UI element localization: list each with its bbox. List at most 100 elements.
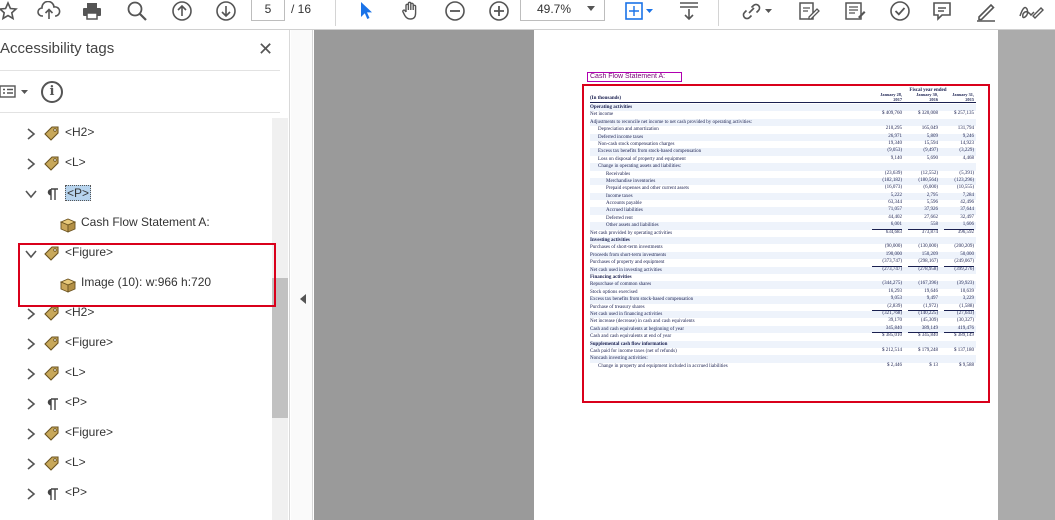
table-row: Income taxes 5,222 2,795 7,284 <box>590 192 976 201</box>
row-value: 16,293 <box>888 288 902 294</box>
row-description: Non-cash stock compensation charges <box>598 141 675 147</box>
collapse-panel-icon[interactable] <box>300 294 306 304</box>
zoom-search-icon[interactable] <box>124 0 150 22</box>
tag-tree-label: <Figure> <box>65 335 114 349</box>
table-row: Stock options exercised 16,293 19,646 10,63… <box>590 288 976 297</box>
row-value: (6,000) <box>923 185 938 191</box>
tag-tree-item[interactable]: <P> <box>0 391 270 417</box>
row-description: Net cash used in financing activities <box>590 311 663 317</box>
hand-tool-icon[interactable] <box>398 0 424 22</box>
row-value: (90,000) <box>884 244 902 250</box>
row-value: 37,926 <box>924 207 938 213</box>
tag-tree-item[interactable]: <L> <box>0 151 270 177</box>
zoom-level-select[interactable]: 49.7% <box>520 0 605 21</box>
row-value: (23,639) <box>884 170 902 176</box>
row-description: Accrued liabilities <box>606 208 643 214</box>
options-menu-button[interactable] <box>0 82 34 102</box>
tag-tree-item[interactable]: <Figure> <box>0 421 270 447</box>
row-description: Deferred rent <box>606 215 633 221</box>
table-row: Depreciation and amortization 210,295 165,… <box>590 126 976 134</box>
row-value: 10,639 <box>960 288 974 294</box>
tag-tree-label: <L> <box>65 365 86 379</box>
chevron-right-icon[interactable] <box>24 157 38 171</box>
table-row: Cash paid for income taxes (net of refun… <box>590 347 976 356</box>
tag-tree-item[interactable]: <L> <box>0 451 270 477</box>
right-gutter <box>998 30 1055 520</box>
panel-splitter[interactable] <box>291 30 313 520</box>
tag-tree-item[interactable]: <Figure> <box>0 331 270 357</box>
star-icon[interactable] <box>0 0 19 22</box>
row-value: 37,644 <box>960 207 974 213</box>
chevron-right-icon[interactable] <box>24 457 38 471</box>
tag-tree-item[interactable]: <P> <box>0 481 270 507</box>
tag-tree-item[interactable]: <L> <box>0 361 270 387</box>
accessibility-tags-panel: Accessibility tags ✕ i ︿ <H2><L><P>Cash … <box>0 30 290 520</box>
tag-tree-item[interactable]: Cash Flow Statement A: <box>0 211 270 237</box>
next-page-icon[interactable] <box>214 0 238 22</box>
table-row: Change in operating assets and liabiliti… <box>590 163 976 171</box>
check-circle-icon[interactable] <box>888 0 912 22</box>
row-value: 3,229 <box>962 296 974 302</box>
row-value: $ 13 <box>929 362 938 368</box>
tag-tree-label: <H2> <box>65 125 95 139</box>
row-description: Net cash provided by operating activitie… <box>590 230 673 236</box>
select-cursor-icon[interactable] <box>356 0 376 22</box>
chevron-right-icon[interactable] <box>24 307 38 321</box>
row-value: 9,497 <box>926 296 938 302</box>
row-value: $ 389,149 <box>954 333 974 339</box>
row-value: 32,497 <box>960 214 974 220</box>
row-description: Operating activities <box>590 105 633 110</box>
table-row: Deferred rent 44,402 27,662 32,497 <box>590 214 976 223</box>
page-number-input[interactable]: 5 <box>251 0 285 21</box>
print-icon[interactable] <box>80 0 104 22</box>
tag-icon <box>43 425 61 443</box>
row-value: 71,057 <box>888 207 902 213</box>
row-value: (182,182) <box>882 177 902 183</box>
row-description: Accounts payable <box>606 201 642 207</box>
row-description: Cash paid for income taxes (net of refun… <box>590 348 677 354</box>
row-value: 419,476 <box>944 326 974 334</box>
tag-tree-item[interactable]: <P> <box>0 181 270 207</box>
row-description: Income taxes <box>606 193 633 199</box>
highlight-pen-icon[interactable] <box>973 0 999 22</box>
table-row: Cash and cash equivalents at beginning o… <box>590 325 976 334</box>
table-row: Purchases of short-term investments (90,0… <box>590 244 976 252</box>
tag-icon <box>43 305 61 323</box>
tag-tree-label: <Figure> <box>65 425 114 439</box>
cloud-upload-icon[interactable] <box>36 0 62 22</box>
paragraph-icon <box>43 485 61 503</box>
row-value: (298,167) <box>908 259 938 267</box>
row-value: 50,000 <box>960 251 974 257</box>
tag-tree-label: Cash Flow Statement A: <box>81 215 210 229</box>
row-value: $ 2,446 <box>887 362 902 368</box>
info-icon[interactable]: i <box>41 81 63 103</box>
row-description: Other assets and liabilities <box>606 223 659 229</box>
table-row: Purchases of property and equipment (373,… <box>590 259 976 267</box>
table-row: Repurchase of common shares (344,275) (167… <box>590 281 976 289</box>
comment-icon[interactable] <box>930 0 954 22</box>
edit-pdf-icon[interactable] <box>796 0 822 22</box>
fit-page-icon[interactable] <box>622 0 656 22</box>
zoom-in-icon[interactable] <box>487 0 511 22</box>
chevron-right-icon[interactable] <box>24 397 38 411</box>
row-value: (2,839) <box>872 304 902 311</box>
chevron-right-icon[interactable] <box>24 337 38 351</box>
row-value: 44,402 <box>888 214 902 220</box>
zoom-out-icon[interactable] <box>443 0 467 22</box>
signature-icon[interactable] <box>1016 0 1046 22</box>
tag-tree-item[interactable]: <H2> <box>0 121 270 147</box>
chevron-right-icon[interactable] <box>24 487 38 501</box>
chevron-right-icon[interactable] <box>24 127 38 141</box>
row-value: (249,067) <box>944 259 974 267</box>
row-value: (321,768) <box>882 310 902 316</box>
paragraph-icon <box>43 185 61 203</box>
form-icon[interactable] <box>842 0 868 22</box>
close-icon[interactable]: ✕ <box>258 40 273 58</box>
chevron-right-icon[interactable] <box>24 427 38 441</box>
link-icon[interactable] <box>736 0 776 22</box>
scroll-mode-icon[interactable] <box>676 0 702 22</box>
previous-page-icon[interactable] <box>170 0 194 22</box>
chevron-down-icon[interactable] <box>24 187 38 201</box>
chevron-right-icon[interactable] <box>24 367 38 381</box>
row-description: Cash and cash equivalents at end of year <box>590 334 672 340</box>
